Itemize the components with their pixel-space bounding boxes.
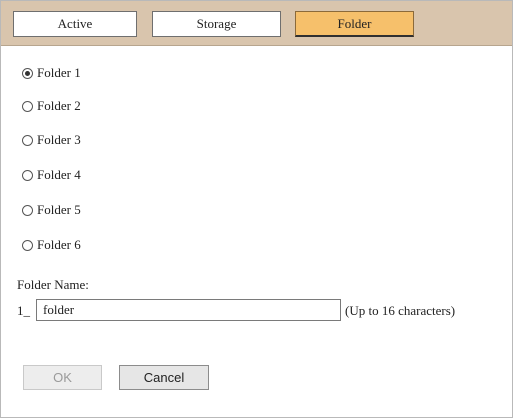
radio-unchecked-icon[interactable] (22, 100, 33, 112)
folder-radio-label: Folder 3 (37, 132, 81, 147)
folder-name-prefix: 1_ (17, 303, 30, 318)
tab-bar: Active Storage Folder (1, 1, 512, 46)
tab-storage[interactable]: Storage (152, 11, 281, 37)
radio-unchecked-icon[interactable] (22, 134, 33, 146)
folder-radio-6[interactable]: Folder 6 (22, 236, 81, 254)
folder-name-input[interactable] (36, 299, 341, 321)
folder-settings-panel: Active Storage Folder Folder 1 Folder 2 … (0, 0, 513, 418)
radio-unchecked-icon[interactable] (22, 204, 33, 216)
tab-active[interactable]: Active (13, 11, 137, 37)
folder-radio-label: Folder 2 (37, 98, 81, 113)
cancel-button[interactable]: Cancel (119, 365, 209, 390)
folder-radio-1[interactable]: Folder 1 (22, 64, 81, 82)
folder-radio-label: Folder 4 (37, 167, 81, 182)
folder-radio-5[interactable]: Folder 5 (22, 201, 81, 219)
folder-radio-label: Folder 1 (37, 65, 81, 80)
folder-name-hint: (Up to 16 characters) (345, 303, 456, 318)
ok-button[interactable]: OK (23, 365, 102, 390)
folder-radio-4[interactable]: Folder 4 (22, 166, 81, 184)
folder-radio-label: Folder 5 (37, 202, 81, 217)
folder-radio-2[interactable]: Folder 2 (22, 97, 81, 115)
tab-folder[interactable]: Folder (295, 11, 414, 37)
folder-radio-label: Folder 6 (37, 237, 81, 252)
radio-unchecked-icon[interactable] (22, 239, 33, 251)
folder-name-label: Folder Name: (17, 277, 89, 292)
radio-unchecked-icon[interactable] (22, 169, 33, 181)
radio-checked-icon[interactable] (22, 67, 33, 79)
folder-radio-3[interactable]: Folder 3 (22, 131, 81, 149)
